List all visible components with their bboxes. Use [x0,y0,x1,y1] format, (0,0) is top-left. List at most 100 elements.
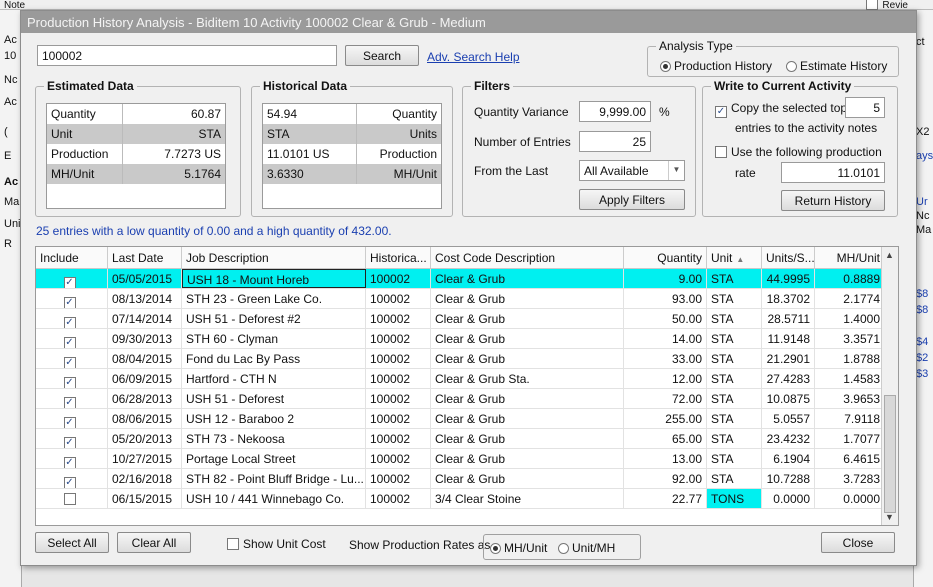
use-production-checkbox[interactable]: Use the following production [715,145,882,159]
entries-label: Number of Entries [474,135,571,149]
column-header-unit[interactable]: Unit ▲ [707,247,762,268]
cell-unit: STA [707,309,762,328]
column-header-historical[interactable]: Historica... [366,247,431,268]
background-label: ( [4,126,8,138]
checkmark-icon[interactable]: ✓ [63,277,76,288]
column-header-quantity[interactable]: Quantity [624,247,707,268]
radio-production-history[interactable]: Production History [660,59,772,73]
cell-quantity: 65.00 [624,429,707,448]
scroll-thumb[interactable] [884,395,896,513]
cell-historical: 100002 [366,389,431,408]
from-last-select[interactable]: All Available ▼ [579,160,685,181]
dialog-title: Production History Analysis - Biditem 10… [21,11,916,33]
show-unit-cost-checkbox[interactable]: Show Unit Cost [227,537,326,551]
cell-historical: 100002 [366,429,431,448]
historical-data-group: Historical Data 54.94 Quantity STA Units 1… [251,79,453,217]
table-row[interactable]: ✓ 08/04/2015 Fond du Lac By Pass 100002 Clea… [36,349,898,369]
cell-quantity: 14.00 [624,329,707,348]
table-row[interactable]: ✓ 08/13/2014 STH 23 - Green Lake Co. 100002… [36,289,898,309]
checkmark-icon[interactable]: ✓ [63,397,76,408]
checkmark-icon[interactable]: ✓ [63,417,76,428]
table-row[interactable]: ✓ 06/09/2015 Hartford - CTH N 100002 Clear &… [36,369,898,389]
cell-historical: 100002 [366,289,431,308]
include-checkbox[interactable]: ✓ [36,329,108,348]
estimated-row: Production 7.7273 US [47,144,225,164]
checkbox-empty-icon[interactable] [63,493,76,505]
table-row[interactable]: ✓ 05/05/2015 USH 18 - Mount Horeb 100002 Cle… [36,269,898,289]
column-header-last-date[interactable]: Last Date [108,247,182,268]
radio-mh-unit[interactable]: MH/Unit [490,541,547,555]
include-checkbox[interactable]: ✓ [36,429,108,448]
adv-search-help-link[interactable]: Adv. Search Help [427,50,520,64]
radio-estimate-history[interactable]: Estimate History [786,59,887,73]
table-row[interactable]: ✓ 10/27/2015 Portage Local Street 100002 Cle… [36,449,898,469]
apply-filters-button[interactable]: Apply Filters [579,189,685,210]
include-checkbox[interactable]: ✓ [36,469,108,488]
historical-row: 11.0101 US Production [263,144,441,164]
table-row[interactable]: ✓ 05/20/2013 STH 73 - Nekoosa 100002 Clear &… [36,429,898,449]
cell-last-date: 08/06/2015 [108,409,182,428]
chevron-down-icon[interactable]: ▼ [668,161,684,180]
checkmark-icon[interactable]: ✓ [63,317,76,328]
rate-input[interactable]: 11.0101 [781,162,885,183]
checkmark-icon[interactable]: ✓ [63,437,76,448]
include-checkbox[interactable]: ✓ [36,309,108,328]
clear-all-button[interactable]: Clear All [117,532,191,553]
cell-units-per-shift: 44.9995 [762,269,815,288]
include-checkbox[interactable]: ✓ [36,269,108,288]
search-input[interactable]: 100002 [37,45,337,66]
column-header-mh-unit[interactable]: MH/Unit [815,247,885,268]
include-checkbox[interactable]: ✓ [36,369,108,388]
return-history-button[interactable]: Return History [781,190,885,211]
rate-label: rate [735,166,756,180]
table-vertical-scrollbar[interactable]: ▲ ▼ [881,247,898,525]
cell-quantity: 93.00 [624,289,707,308]
copy-top-checkbox[interactable]: ✓ Copy the selected top [715,101,847,118]
table-row[interactable]: ✓ 02/16/2018 STH 82 - Point Bluff Bridge -… [36,469,898,489]
table-row[interactable]: ✓ 08/06/2015 USH 12 - Baraboo 2 100002 Clear… [36,409,898,429]
qty-variance-input[interactable]: 9,999.00 [579,101,651,122]
filters-legend: Filters [474,79,511,93]
entries-input[interactable]: 25 [579,131,651,152]
checkmark-icon[interactable]: ✓ [63,337,76,348]
column-header-units-per-shift[interactable]: Units/S... [762,247,815,268]
close-button[interactable]: Close [821,532,895,553]
column-header-cost-code[interactable]: Cost Code Description [431,247,624,268]
cell-job-description: STH 60 - Clyman [182,329,366,348]
table-row[interactable]: ✓ 09/30/2013 STH 60 - Clyman 100002 Clear & … [36,329,898,349]
column-header-job[interactable]: Job Description [182,247,366,268]
cell-last-date: 05/20/2013 [108,429,182,448]
checkmark-icon[interactable]: ✓ [63,477,76,488]
include-checkbox[interactable]: ✓ [36,449,108,468]
include-checkbox[interactable]: ✓ [36,349,108,368]
include-checkbox[interactable]: ✓ [36,409,108,428]
include-checkbox[interactable] [36,489,108,508]
table-row[interactable]: 06/15/2015 USH 10 / 441 Winnebago Co. 1000… [36,489,898,509]
include-checkbox[interactable]: ✓ [36,389,108,408]
background-label: Uni [4,218,21,230]
cell-unit: STA [707,429,762,448]
checkmark-icon[interactable]: ✓ [63,457,76,468]
radio-unit-mh[interactable]: Unit/MH [558,541,615,555]
rate-display-group: MH/Unit Unit/MH [483,534,641,560]
table-row[interactable]: ✓ 07/14/2014 USH 51 - Deforest #2 100002 Cle… [36,309,898,329]
checkmark-icon[interactable]: ✓ [63,297,76,308]
column-header-include[interactable]: Include [36,247,108,268]
select-all-button[interactable]: Select All [35,532,109,553]
cell-mh-unit: 6.4615 [815,449,885,468]
scroll-down-icon[interactable]: ▼ [885,512,894,522]
cell-units-per-shift: 10.0875 [762,389,815,408]
copy-count-input[interactable]: 5 [845,97,885,118]
checkmark-icon[interactable]: ✓ [63,377,76,388]
search-button[interactable]: Search [345,45,419,66]
include-checkbox[interactable]: ✓ [36,289,108,308]
table-row[interactable]: ✓ 06/28/2013 USH 51 - Deforest 100002 Clear … [36,389,898,409]
cell-unit: STA [707,269,762,288]
scroll-up-icon[interactable]: ▲ [885,250,894,260]
background-label: $8 [916,304,929,316]
cell-quantity: 255.00 [624,409,707,428]
checkmark-icon[interactable]: ✓ [63,357,76,368]
cell-mh-unit: 1.4000 [815,309,885,328]
cell-cost-code: Clear & Grub [431,269,624,288]
estimated-data-group: Estimated Data Quantity 60.87 Unit STA Pro… [35,79,241,217]
